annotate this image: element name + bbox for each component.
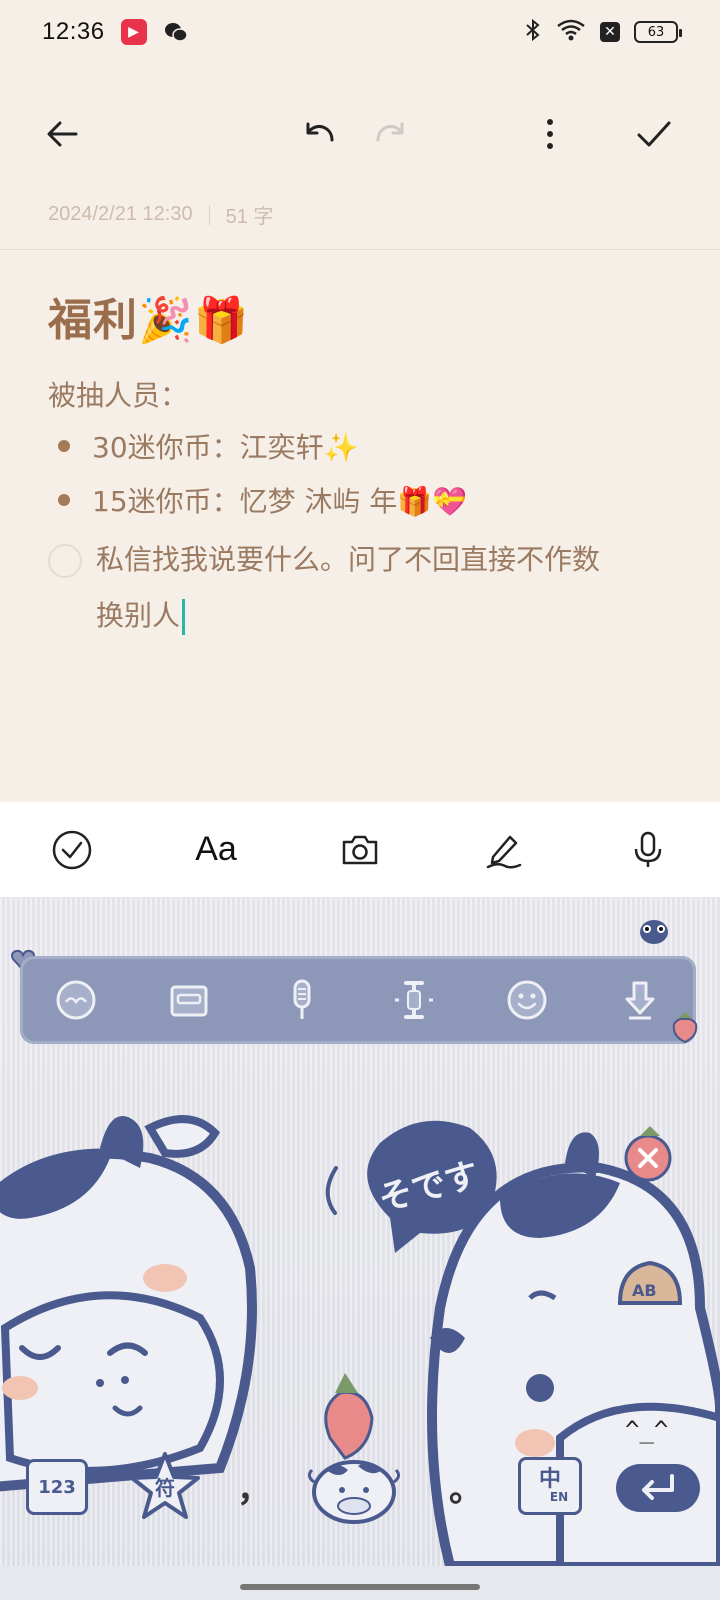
bluetooth-icon <box>524 18 542 46</box>
cow-face-key-icon <box>307 1460 401 1524</box>
language-key-main: 中 <box>538 1467 561 1492</box>
done-button[interactable] <box>622 96 686 172</box>
bell-text: AB <box>632 1281 657 1300</box>
text-format-label: Aa <box>195 830 237 868</box>
smiley-icon <box>507 980 547 1020</box>
note-meta: 2024/2/21 12:30 51 字 <box>48 200 273 229</box>
language-switch-key[interactable]: 中 EN <box>514 1454 586 1518</box>
word-count: 51 字 <box>225 206 274 228</box>
language-key-sub: EN <box>549 1490 569 1504</box>
bird-sticker-icon <box>640 920 668 944</box>
checklist-text: 私信找我说要什么。问了不回直接不作数 换别人 <box>96 532 600 644</box>
skin-icon <box>56 980 96 1020</box>
keyboard-skin-button[interactable] <box>51 975 101 1025</box>
text-cursor-icon <box>395 981 434 1019</box>
checklist-line-text: 换别人 <box>96 599 181 632</box>
camera-icon <box>342 835 378 864</box>
battery-indicator: 63 <box>634 21 682 43</box>
editor-toolbar: Aa <box>0 802 720 898</box>
header-divider <box>0 249 720 250</box>
space-key[interactable] <box>296 1446 416 1530</box>
arrow-down-icon <box>625 981 655 1020</box>
more-vertical-icon <box>547 119 553 149</box>
cursor-move-button[interactable] <box>389 975 439 1025</box>
clipboard-button[interactable] <box>164 975 214 1025</box>
comma-key[interactable]: ， <box>234 1458 274 1514</box>
redo-icon <box>376 122 404 142</box>
text-cursor <box>182 599 186 635</box>
bullet-item[interactable]: 30迷你币：江奕轩✨ <box>48 426 359 466</box>
status-time: 12:36 <box>42 18 105 45</box>
status-bar: 12:36 ▶ ✕ 63 <box>0 0 720 64</box>
bullet-text: 30迷你币：江奕轩✨ <box>92 431 359 464</box>
note-label[interactable]: 被抽人员： <box>48 374 188 414</box>
microphone-icon <box>634 831 662 867</box>
checklist-item[interactable]: 私信找我说要什么。问了不回直接不作数 换别人 <box>48 532 688 644</box>
checklist-line: 私信找我说要什么。问了不回直接不作数 <box>96 543 601 576</box>
back-button[interactable] <box>30 96 94 172</box>
emoji-button[interactable] <box>502 975 552 1025</box>
keyboard-mic-icon <box>293 979 311 1019</box>
strawberry-sticker-icon <box>672 1012 698 1044</box>
bullet-item[interactable]: 15迷你币：忆梦 沐屿 年🎁💝 <box>48 480 467 520</box>
checkmark-icon <box>637 121 671 147</box>
bullet-dot <box>58 494 70 506</box>
redo-button[interactable] <box>360 96 424 172</box>
arrow-left-icon <box>47 121 78 147</box>
note-toolbar <box>0 96 720 172</box>
check-circle-icon <box>52 830 92 869</box>
wifi-icon <box>556 18 586 46</box>
meta-separator <box>208 204 210 225</box>
numbers-key-label: 123 <box>26 1459 88 1515</box>
symbols-key[interactable]: 符 <box>128 1450 202 1522</box>
clipboard-icon <box>170 985 208 1017</box>
checklist-line-2: 换别人 <box>96 588 600 644</box>
home-gesture-handle[interactable] <box>240 1584 480 1590</box>
video-app-icon: ▶ <box>120 19 147 45</box>
checklist-button[interactable] <box>40 818 104 882</box>
more-options-button[interactable] <box>518 96 582 172</box>
checklist-checkbox[interactable] <box>48 544 82 578</box>
text-format-button[interactable]: Aa <box>184 818 248 882</box>
keyboard-toolbar <box>20 956 696 1044</box>
note-title[interactable]: 福利🎉🎁 <box>48 284 250 348</box>
handwriting-button[interactable] <box>472 818 536 882</box>
bullet-text: 15迷你币：忆梦 沐屿 年🎁💝 <box>92 485 468 518</box>
enter-key[interactable] <box>614 1460 702 1516</box>
bullet-dot <box>58 440 70 452</box>
enter-icon <box>616 1464 700 1512</box>
sim-off-icon: ✕ <box>600 22 620 42</box>
navigation-bar <box>0 1566 720 1600</box>
undo-button[interactable] <box>286 96 350 172</box>
language-key-box: 中 EN <box>518 1457 582 1515</box>
note-datetime: 2024/2/21 12:30 <box>48 203 193 225</box>
keyboard-voice-button[interactable] <box>277 975 327 1025</box>
symbols-key-label: 符 <box>155 1475 175 1500</box>
camera-button[interactable] <box>328 818 392 882</box>
undo-icon <box>306 122 334 142</box>
hide-keyboard-button[interactable] <box>615 975 665 1025</box>
pen-icon <box>486 835 522 869</box>
keyboard: そです AB ^_^ 123 符 ， 。 中 EN <box>0 898 720 1566</box>
period-key[interactable]: 。 <box>446 1458 486 1514</box>
wechat-icon <box>163 19 189 45</box>
face-text: ^_^ <box>625 1416 668 1444</box>
numbers-key[interactable]: 123 <box>24 1456 90 1518</box>
voice-input-button[interactable] <box>616 818 680 882</box>
